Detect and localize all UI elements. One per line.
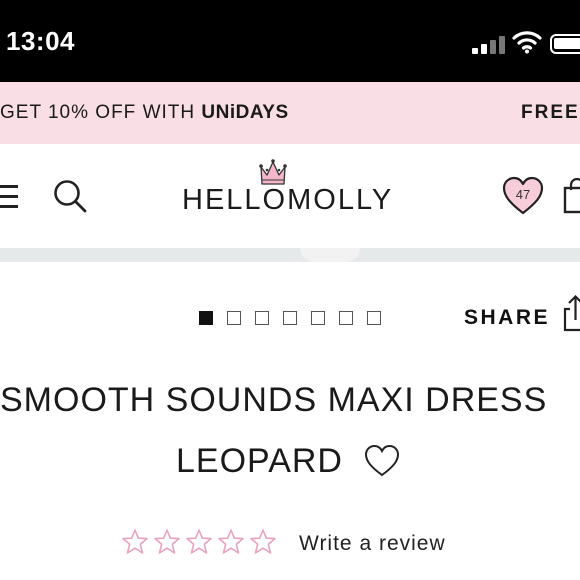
menu-icon[interactable] — [0, 183, 18, 209]
search-icon[interactable] — [52, 178, 88, 214]
carousel-dot[interactable] — [283, 311, 297, 325]
cellular-signal-icon — [472, 34, 508, 54]
carousel-dot[interactable] — [311, 311, 325, 325]
star-icon[interactable] — [121, 528, 149, 556]
product-title-line1: SMOOTH SOUNDS MAXI DRESS — [0, 381, 548, 419]
star-icon[interactable] — [185, 528, 213, 556]
share-icon[interactable] — [562, 294, 580, 332]
promo-brand-unidays: UNiDAYS — [201, 102, 289, 123]
product-image-detail — [300, 248, 360, 262]
product-title-line2: LEOPARD — [176, 442, 343, 480]
promo-offer-text: GET 10% OFF WITH — [0, 102, 202, 123]
status-bar: 13:04 — [0, 0, 580, 82]
rating-stars[interactable] — [121, 528, 277, 556]
carousel-dot[interactable] — [367, 311, 381, 325]
promo-unidays-text[interactable]: GET 10% OFF WITH UNiDAYS — [0, 102, 289, 124]
share-button[interactable]: SHARE — [464, 306, 550, 330]
add-to-wishlist-heart-icon[interactable] — [364, 444, 400, 478]
hellomolly-logo[interactable]: HELLOMOLLY — [182, 158, 394, 218]
battery-icon — [550, 34, 580, 54]
wishlist-count: 47 — [515, 187, 531, 202]
logo-text: HELLOMOLLY — [182, 184, 394, 216]
write-review-link[interactable]: Write a review — [299, 532, 446, 556]
star-icon[interactable] — [217, 528, 245, 556]
carousel-dot[interactable] — [199, 311, 213, 325]
wifi-icon — [512, 31, 542, 54]
promo-free-text[interactable]: FREE — [521, 102, 580, 124]
promo-banner[interactable]: GET 10% OFF WITH UNiDAYS FREE — [0, 82, 580, 144]
carousel-dot[interactable] — [255, 311, 269, 325]
star-icon[interactable] — [249, 528, 277, 556]
product-image[interactable] — [0, 248, 580, 262]
star-icon[interactable] — [153, 528, 181, 556]
wishlist-button[interactable]: 47 — [502, 176, 544, 216]
carousel-dot[interactable] — [227, 311, 241, 325]
carousel-indicators[interactable] — [199, 311, 381, 325]
bag-icon[interactable] — [562, 178, 580, 214]
status-time: 13:04 — [6, 26, 75, 56]
carousel-dot[interactable] — [339, 311, 353, 325]
